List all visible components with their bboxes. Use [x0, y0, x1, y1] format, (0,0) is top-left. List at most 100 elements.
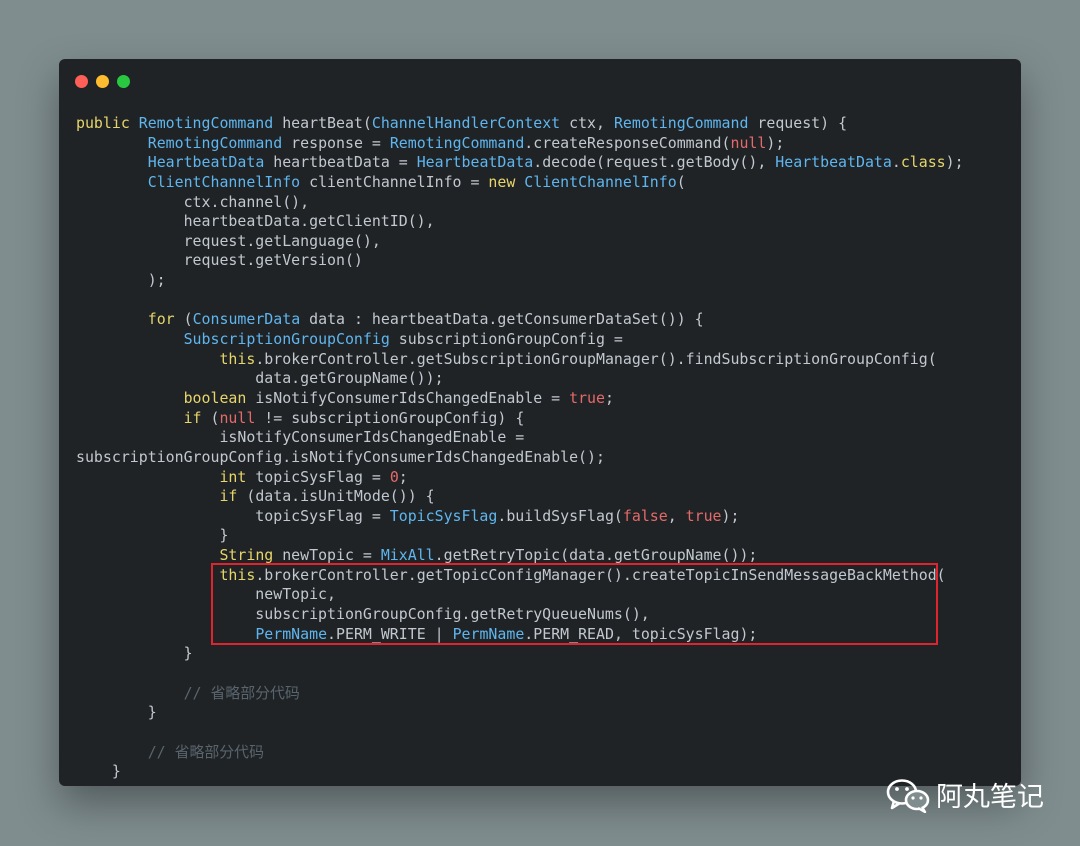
code-token: ); — [766, 133, 785, 152]
code-token: isNotifyConsumerIdsChangedEnable = — [246, 388, 570, 407]
code-line: topicSysFlag = TopicSysFlag.buildSysFlag… — [76, 507, 964, 527]
code-line: // 省略部分代码 — [76, 684, 964, 704]
code-token: this — [219, 565, 256, 584]
code-line: } — [76, 703, 964, 723]
code-line: // 省略部分代码 — [76, 743, 964, 763]
code-token: // 省略部分代码 — [76, 683, 300, 702]
code-token: .decode(request.getBody(), — [533, 153, 776, 172]
code-token: this — [219, 349, 256, 368]
code-line: public RemotingCommand heartBeat(Channel… — [76, 114, 964, 134]
code-token: ; — [604, 388, 614, 407]
code-line: for (ConsumerData data : heartbeatData.g… — [76, 310, 964, 330]
code-token: .PERM_READ, topicSysFlag); — [524, 624, 758, 643]
code-token: boolean — [183, 388, 247, 407]
code-token: ( — [676, 172, 686, 191]
code-line: int topicSysFlag = 0; — [76, 468, 964, 488]
code-line: request.getLanguage(), — [76, 232, 964, 252]
code-token: // 省略部分代码 — [76, 742, 264, 761]
code-token: HeartbeatData — [775, 153, 892, 172]
code-token: ); — [721, 506, 740, 525]
close-dot-icon[interactable] — [75, 75, 88, 88]
code-token: data.getGroupName()); — [76, 369, 444, 388]
watermark-text: 阿丸笔记 — [936, 782, 1044, 813]
code-line: newTopic, — [76, 585, 964, 605]
code-line: if (null != subscriptionGroupConfig) { — [76, 409, 964, 429]
code-token: response = — [282, 133, 390, 152]
code-line: this.brokerController.getTopicConfigMana… — [76, 566, 964, 586]
code-token: , — [667, 506, 686, 525]
code-token: HeartbeatData — [147, 153, 265, 172]
code-token: .brokerController.getSubscriptionGroupMa… — [255, 349, 937, 368]
code-token: TopicSysFlag — [389, 506, 498, 525]
code-token: ; — [398, 467, 408, 486]
code-token: true — [569, 388, 605, 407]
code-line: data.getGroupName()); — [76, 369, 964, 389]
code-token: 0 — [389, 467, 399, 486]
code-line: heartbeatData.getClientID(), — [76, 212, 964, 232]
code-token: ChannelHandlerContext — [371, 114, 561, 132]
code-token: if — [183, 408, 202, 427]
code-token: .getRetryTopic(data.getGroupName()); — [434, 546, 758, 565]
code-token: ClientChannelInfo — [147, 172, 301, 191]
code-line: } — [76, 644, 964, 664]
code-token: new — [488, 172, 516, 191]
code-token: for — [147, 310, 175, 329]
code-token: heartbeatData = — [264, 153, 417, 172]
maximize-dot-icon[interactable] — [117, 75, 130, 88]
code-line: boolean isNotifyConsumerIdsChangedEnable… — [76, 389, 964, 409]
code-token: request.getLanguage(), — [76, 231, 381, 250]
code-token: int — [219, 467, 247, 486]
code-token: topicSysFlag = — [76, 506, 390, 525]
code-token: . — [891, 153, 901, 172]
code-token: heartBeat( — [273, 114, 372, 132]
code-token: subscriptionGroupConfig.isNotifyConsumer… — [76, 447, 605, 466]
code-line: } — [76, 762, 964, 782]
code-line: ClientChannelInfo clientChannelInfo = ne… — [76, 173, 964, 193]
code-token: if — [219, 487, 238, 506]
code-window: public RemotingCommand heartBeat(Channel… — [59, 59, 1021, 786]
code-token: RemotingCommand — [138, 114, 274, 132]
code-token: .PERM_WRITE | — [327, 624, 453, 643]
code-line: ); — [76, 271, 964, 291]
code-block: public RemotingCommand heartBeat(Channel… — [76, 114, 964, 782]
code-token: } — [76, 762, 121, 781]
code-line: ctx.channel(), — [76, 193, 964, 213]
minimize-dot-icon[interactable] — [96, 75, 109, 88]
code-token: ctx.channel(), — [76, 192, 310, 211]
watermark: 阿丸笔记 — [886, 775, 1044, 814]
code-token: .createResponseCommand( — [524, 133, 731, 152]
code-token: false — [622, 506, 668, 525]
code-token: ctx, — [560, 114, 614, 132]
code-line: request.getVersion() — [76, 251, 964, 271]
code-token: newTopic = — [273, 546, 381, 565]
code-token: class — [900, 153, 946, 172]
code-token: PermName — [255, 624, 328, 643]
code-line: HeartbeatData heartbeatData = HeartbeatD… — [76, 153, 964, 173]
code-token: MixAll — [380, 546, 435, 565]
code-token: } — [76, 644, 193, 663]
code-token: ( — [201, 408, 220, 427]
code-token: clientChannelInfo = — [300, 172, 489, 191]
code-line: subscriptionGroupConfig.isNotifyConsumer… — [76, 448, 964, 468]
code-token: RemotingCommand — [613, 114, 749, 132]
code-token: .buildSysFlag( — [497, 506, 623, 525]
code-token: RemotingCommand — [147, 133, 283, 152]
code-token: null — [730, 133, 767, 152]
code-token: != subscriptionGroupConfig) { — [255, 408, 525, 427]
code-token: topicSysFlag = — [246, 467, 390, 486]
code-token: (data.isUnitMode()) { — [237, 487, 435, 506]
code-token: null — [219, 408, 256, 427]
code-line: isNotifyConsumerIdsChangedEnable = — [76, 428, 964, 448]
code-line: PermName.PERM_WRITE | PermName.PERM_READ… — [76, 625, 964, 645]
code-token: SubscriptionGroupConfig — [183, 330, 390, 349]
